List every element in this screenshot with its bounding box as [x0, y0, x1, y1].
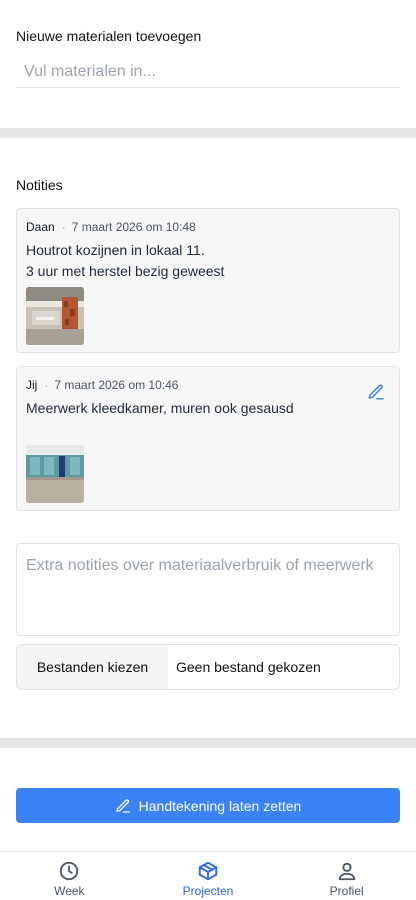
notes-title: Notities	[16, 177, 63, 193]
pencil-icon	[115, 798, 130, 813]
nav-label-profiel: Profiel	[329, 884, 364, 898]
note-text: Meerwerk kleedkamer, muren ook gesausd	[26, 400, 294, 416]
note-author: Jij	[26, 378, 38, 392]
nav-item-profiel[interactable]: Profiel	[277, 852, 416, 900]
request-signature-label: Handtekening laten zetten	[138, 797, 302, 814]
nav-label-projecten: Projecten	[182, 884, 234, 898]
section-divider	[0, 128, 416, 138]
clock-icon	[60, 861, 79, 881]
note-card: Daan · 7 maart 2026 om 10:48 Houtrot kozij…	[16, 208, 400, 353]
file-status-text: Geen bestand gekozen	[176, 659, 321, 675]
materials-title: Nieuwe materialen toevoegen	[16, 28, 202, 44]
nav-item-projecten[interactable]: Projecten	[139, 852, 278, 900]
note-meta: Jij · 7 maart 2026 om 10:46	[26, 378, 178, 392]
note-timestamp: 7 maart 2026 om 10:48	[71, 220, 196, 234]
file-upload-field[interactable]: Bestanden kiezen Geen bestand gekozen	[16, 644, 400, 690]
user-icon	[338, 862, 355, 881]
note-author: Daan	[26, 220, 55, 234]
note-timestamp: 7 maart 2026 om 10:46	[54, 378, 179, 392]
request-signature-button[interactable]: Handtekening laten zetten	[16, 788, 400, 823]
note-meta: Daan · 7 maart 2026 om 10:48	[26, 220, 196, 234]
nav-label-week: Week	[54, 884, 85, 898]
box-icon	[198, 861, 218, 881]
note-text: Houtrot kozijnen in lokaal 11. 3 uur met…	[26, 242, 225, 279]
extra-notes-textarea[interactable]	[16, 543, 400, 636]
note-card: Jij · 7 maart 2026 om 10:46 Meerwerk kleed…	[16, 366, 400, 511]
nav-item-week[interactable]: Week	[0, 852, 139, 900]
section-divider	[0, 738, 416, 748]
pencil-icon	[368, 384, 384, 400]
note-photo-thumbnail[interactable]	[26, 445, 84, 503]
choose-files-button[interactable]: Bestanden kiezen	[17, 645, 168, 689]
note-separator: ·	[61, 220, 66, 234]
bottom-nav: Week Projecten Profiel	[0, 851, 416, 900]
materials-input[interactable]	[16, 56, 400, 88]
edit-note-button[interactable]	[367, 383, 385, 401]
note-photo-thumbnail[interactable]	[26, 287, 84, 345]
note-separator: ·	[44, 378, 49, 392]
